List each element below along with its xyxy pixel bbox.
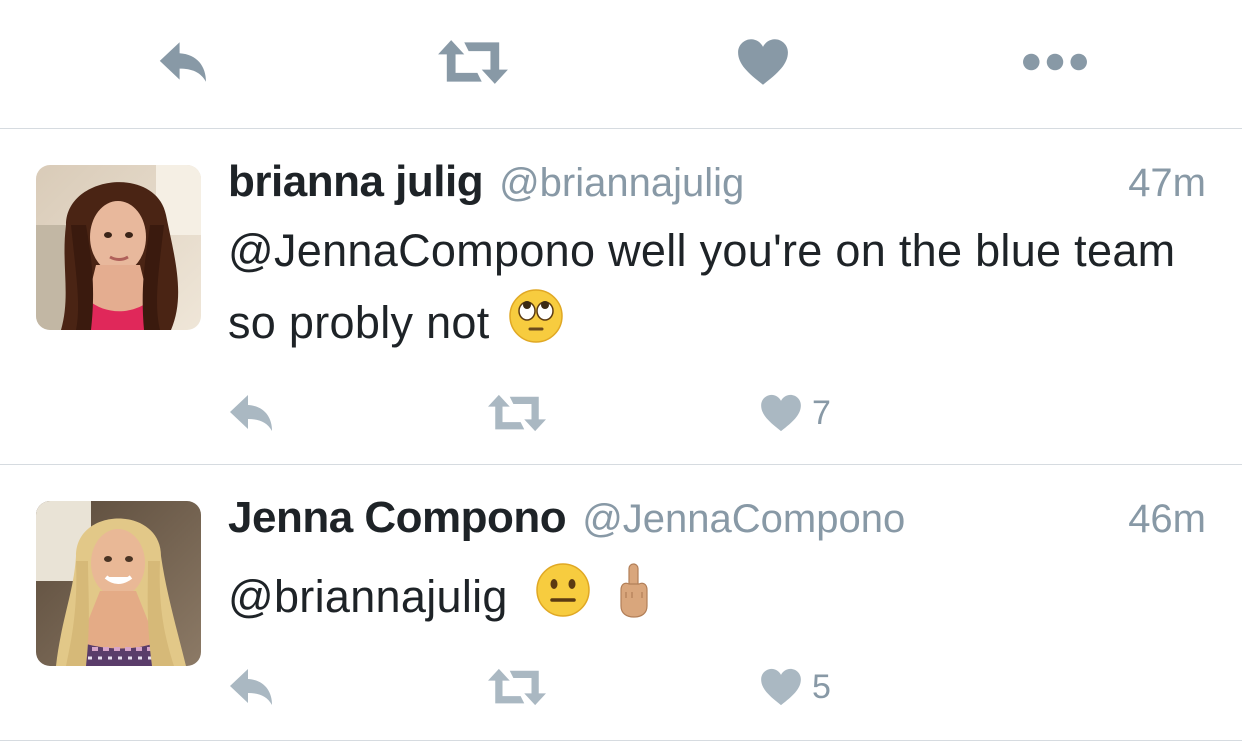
like-button[interactable] — [728, 36, 798, 88]
avatar[interactable] — [36, 165, 201, 330]
tweet-item[interactable]: Jenna Compono @JennaCompono 46m @brianna… — [0, 465, 1242, 741]
heart-icon — [760, 394, 802, 432]
avatar[interactable] — [36, 501, 201, 666]
like-count: 7 — [812, 393, 831, 432]
heart-icon — [760, 668, 802, 706]
username[interactable]: @JennaCompono — [582, 497, 905, 542]
tweet-header: brianna julig @briannajulig 47m — [228, 157, 1206, 213]
more-button[interactable] — [1020, 36, 1090, 88]
tweet-action-bar: 5 — [228, 663, 928, 711]
tweet-header: Jenna Compono @JennaCompono 46m — [228, 493, 1206, 549]
like-button[interactable]: 7 — [760, 389, 831, 437]
like-button[interactable]: 5 — [760, 663, 831, 711]
tweet-text: @briannajulig — [228, 561, 1206, 639]
reply-icon — [228, 393, 276, 433]
reply-icon — [228, 667, 276, 707]
tweet-text-content: @JennaCompono well you're on the blue te… — [228, 225, 1176, 348]
display-name[interactable]: brianna julig — [228, 157, 484, 207]
tweet-item[interactable]: brianna julig @briannajulig 47m @JennaCo… — [0, 129, 1242, 465]
timestamp[interactable]: 47m — [1128, 161, 1206, 206]
middle-finger-emoji — [617, 562, 651, 639]
reply-button[interactable] — [228, 389, 276, 437]
timestamp[interactable]: 46m — [1128, 497, 1206, 542]
retweet-button[interactable] — [488, 663, 546, 711]
retweet-icon — [438, 38, 508, 86]
focused-tweet-action-bar — [0, 0, 1242, 129]
heart-icon — [737, 38, 789, 86]
retweet-button[interactable] — [488, 389, 546, 437]
reply-button[interactable] — [228, 663, 276, 711]
retweet-button[interactable] — [438, 36, 508, 88]
tweet-text: @JennaCompono well you're on the blue te… — [228, 215, 1206, 365]
neutral-face-emoji — [535, 562, 591, 639]
display-name[interactable]: Jenna Compono — [228, 493, 567, 543]
reply-icon — [156, 40, 212, 84]
like-count: 5 — [812, 667, 831, 706]
retweet-icon — [488, 393, 546, 433]
tweet-text-content: @briannajulig — [228, 571, 508, 622]
reply-button[interactable] — [149, 36, 219, 88]
tweet-action-bar: 7 — [228, 389, 928, 437]
retweet-icon — [488, 667, 546, 707]
username[interactable]: @briannajulig — [499, 161, 744, 206]
face-with-rolling-eyes-emoji — [508, 288, 564, 365]
more-icon — [1022, 51, 1088, 73]
